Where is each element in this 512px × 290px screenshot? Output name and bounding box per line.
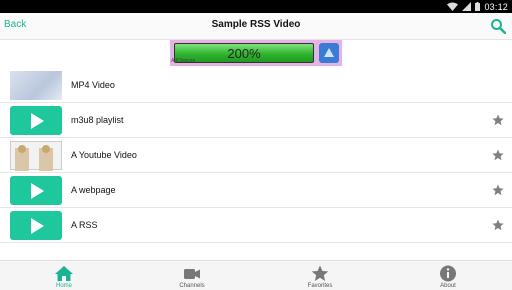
list-item-label: MP4 Video: [71, 80, 115, 90]
tab-favorites[interactable]: Favorites: [256, 261, 384, 290]
status-icons: 03:12: [447, 0, 508, 13]
wifi-icon: [447, 2, 459, 11]
list-item-label: A Youtube Video: [71, 150, 137, 160]
star-icon[interactable]: [492, 114, 504, 126]
list-item[interactable]: A webpage: [0, 173, 512, 208]
page-title: Sample RSS Video: [211, 19, 301, 30]
video-thumbnail: [10, 71, 62, 100]
status-bar: 03:12: [0, 0, 512, 13]
ad-choices-label[interactable]: AdChoices: [171, 58, 195, 64]
tab-label: Channels: [179, 283, 205, 289]
app-bar: Back Sample RSS Video: [0, 13, 512, 40]
tab-home[interactable]: Home: [0, 261, 128, 290]
battery-icon: [475, 2, 481, 11]
play-icon: [10, 106, 62, 135]
star-icon: [311, 265, 329, 281]
list-item[interactable]: A RSS: [0, 208, 512, 243]
search-icon[interactable]: [490, 18, 506, 34]
tab-label: Home: [55, 283, 72, 289]
tab-channels[interactable]: Channels: [128, 261, 256, 290]
play-icon: [10, 176, 62, 205]
ad-app-icon: [319, 43, 339, 63]
list-item[interactable]: MP4 Video: [0, 68, 512, 103]
list-item-label: A webpage: [71, 185, 116, 195]
star-icon[interactable]: [492, 149, 504, 161]
star-icon[interactable]: [492, 184, 504, 196]
list-item[interactable]: A Youtube Video: [0, 138, 512, 173]
tab-label: Favorites: [307, 283, 333, 289]
signal-icon: [462, 2, 472, 11]
star-icon[interactable]: [492, 219, 504, 231]
info-icon: [440, 265, 456, 282]
video-camera-icon: [184, 269, 200, 279]
play-icon: [10, 211, 62, 240]
tab-about[interactable]: About: [384, 261, 512, 290]
clock: 03:12: [484, 1, 508, 12]
ad-banner[interactable]: 200% AdChoices: [170, 40, 342, 66]
list-item-label: A RSS: [71, 220, 98, 230]
video-list: MP4 Video m3u8 playlist A Youtube Video …: [0, 68, 512, 243]
list-item-label: m3u8 playlist: [71, 115, 124, 125]
bottom-tab-bar: Home Channels Favorites About: [0, 260, 512, 290]
tab-label: About: [440, 283, 456, 289]
ad-text: 200%: [227, 46, 261, 61]
home-icon: [55, 266, 73, 281]
video-thumbnail: [10, 141, 62, 171]
list-item[interactable]: m3u8 playlist: [0, 103, 512, 138]
